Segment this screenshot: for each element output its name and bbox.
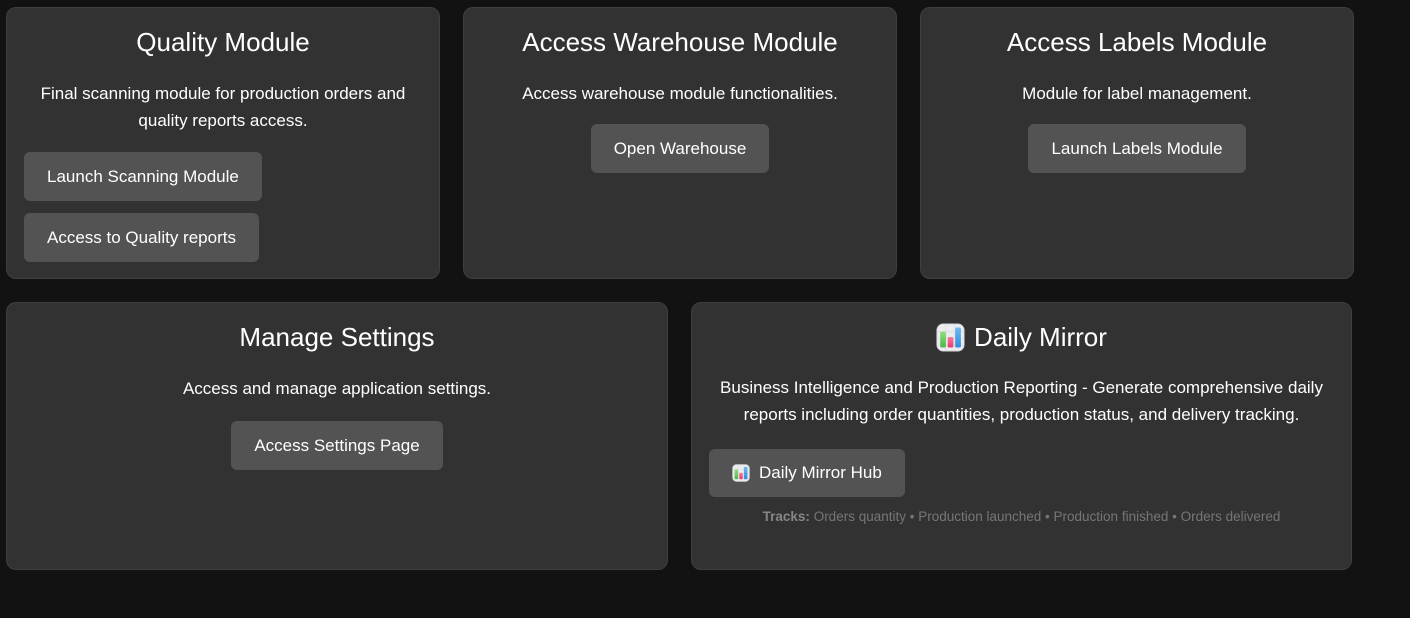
manage-settings-description: Access and manage application settings. — [24, 375, 650, 402]
quality-module-description: Final scanning module for production ord… — [24, 80, 422, 134]
quality-module-title: Quality Module — [24, 27, 422, 58]
manage-settings-buttons: Access Settings Page — [24, 421, 650, 470]
access-quality-reports-button[interactable]: Access to Quality reports — [24, 213, 259, 262]
daily-mirror-title: Daily Mirror — [974, 322, 1107, 353]
labels-module-card: Access Labels Module Module for label ma… — [920, 7, 1354, 279]
daily-mirror-buttons: Daily Mirror Hub — [709, 449, 1334, 497]
quality-module-buttons: Launch Scanning Module Access to Quality… — [24, 152, 422, 262]
warehouse-module-title: Access Warehouse Module — [481, 27, 879, 58]
labels-module-buttons: Launch Labels Module — [938, 124, 1336, 173]
quality-module-card: Quality Module Final scanning module for… — [6, 7, 440, 279]
dashboard-page: Quality Module Final scanning module for… — [0, 0, 1410, 570]
modules-row-bottom: Manage Settings Access and manage applic… — [6, 302, 1410, 570]
warehouse-module-card: Access Warehouse Module Access warehouse… — [463, 7, 897, 279]
tracks-label: Tracks: — [763, 509, 810, 524]
open-warehouse-button[interactable]: Open Warehouse — [591, 124, 770, 173]
tracks-items-text: Orders quantity • Production launched • … — [814, 509, 1281, 524]
daily-mirror-header: Daily Mirror — [709, 322, 1334, 353]
bar-chart-icon — [936, 323, 965, 352]
access-settings-page-button[interactable]: Access Settings Page — [231, 421, 442, 470]
warehouse-module-description: Access warehouse module functionalities. — [481, 80, 879, 107]
modules-row-top: Quality Module Final scanning module for… — [6, 7, 1410, 279]
daily-mirror-hub-button[interactable]: Daily Mirror Hub — [709, 449, 905, 497]
bar-chart-icon — [732, 464, 750, 482]
launch-scanning-module-button[interactable]: Launch Scanning Module — [24, 152, 262, 201]
manage-settings-card: Manage Settings Access and manage applic… — [6, 302, 668, 570]
daily-mirror-hub-button-label: Daily Mirror Hub — [759, 463, 882, 483]
daily-mirror-card: Daily Mirror Business Intelligence and P… — [691, 302, 1352, 570]
warehouse-module-buttons: Open Warehouse — [481, 124, 879, 173]
manage-settings-title: Manage Settings — [24, 322, 650, 353]
tracks-summary: Tracks: Orders quantity • Production lau… — [709, 509, 1334, 524]
daily-mirror-description: Business Intelligence and Production Rep… — [709, 374, 1334, 428]
labels-module-title: Access Labels Module — [938, 27, 1336, 58]
labels-module-description: Module for label management. — [938, 80, 1336, 107]
launch-labels-module-button[interactable]: Launch Labels Module — [1028, 124, 1245, 173]
